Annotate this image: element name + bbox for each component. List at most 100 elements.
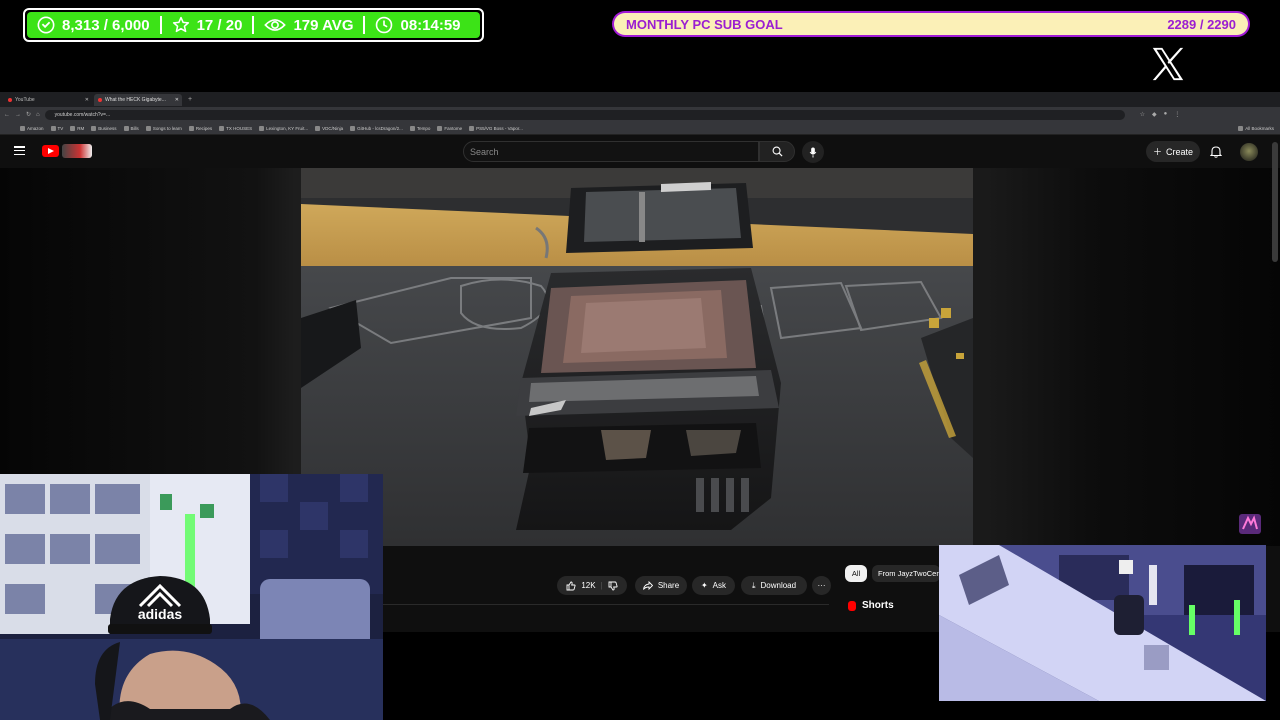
forward-icon[interactable]: → — [15, 112, 21, 118]
folder-icon — [219, 125, 225, 131]
folder-icon — [437, 125, 443, 131]
sparkle-icon: ✦ — [700, 581, 708, 590]
bookmark-item[interactable]: Fantome — [437, 125, 462, 131]
folder-icon — [145, 125, 151, 131]
like-dislike-group[interactable]: 12K | — [557, 576, 627, 595]
bookmark-item[interactable]: TV — [50, 125, 63, 131]
folder-icon — [91, 125, 97, 131]
folder-icon — [259, 125, 265, 131]
bookmark-item[interactable]: VDC/Ninja — [315, 125, 343, 131]
streamer-webcam: adidas — [0, 474, 383, 720]
folder-icon — [188, 125, 194, 131]
tab-title: What the HECK Gigabyte... — [105, 96, 166, 103]
share-label: Share — [657, 581, 680, 590]
menu-dots-icon[interactable]: ⋮ — [1174, 111, 1180, 118]
folder-icon — [469, 125, 475, 131]
tab-strip: YouTube ✕ What the HECK Gigabyte... ✕ + — [0, 92, 1280, 107]
home-icon[interactable]: ⌂ — [36, 112, 40, 118]
video-frame-gpu-teardown — [301, 168, 973, 546]
uptime-stat: 08:14:59 — [365, 16, 470, 34]
bookmark-item[interactable]: Recipes — [188, 125, 212, 131]
uptime-value: 08:14:59 — [400, 16, 461, 34]
ask-button[interactable]: ✦ Ask — [692, 576, 735, 595]
folder-icon — [123, 125, 129, 131]
clock-icon — [376, 16, 393, 34]
followers-stat: 8,313 / 6,000 — [35, 16, 160, 34]
chip-all[interactable]: All — [845, 565, 867, 582]
microphone-icon — [809, 146, 817, 158]
plus-icon: ＋ — [1152, 147, 1162, 157]
browser-tab-active[interactable]: What the HECK Gigabyte... ✕ — [94, 93, 182, 106]
bookmark-item[interactable]: PS5/VG Boss - Vapor... — [469, 125, 523, 131]
webcam-feed-streamer: adidas — [0, 474, 383, 720]
bookmark-item[interactable]: Bills — [123, 125, 139, 131]
close-tab-icon[interactable]: ✕ — [175, 97, 179, 103]
address-bar[interactable]: youtube.com/watch?v=... — [44, 109, 1125, 120]
folder-icon — [1238, 125, 1244, 131]
bookmark-item[interactable]: Lexington, KY Fruit... — [259, 125, 308, 131]
bookmark-item[interactable]: GitHub - lcsDragon/2... — [350, 125, 403, 131]
video-player[interactable] — [301, 168, 973, 546]
search-icon — [772, 146, 783, 157]
bookmark-item[interactable]: Amazon — [20, 125, 44, 131]
like-divider: | — [600, 581, 603, 590]
bookmark-star-icon[interactable]: ☆ — [1140, 111, 1145, 118]
user-icon — [37, 16, 55, 34]
share-button[interactable]: Share — [635, 576, 687, 595]
create-button[interactable]: ＋ Create — [1146, 141, 1200, 162]
youtube-header: Search ＋ Create — [0, 135, 1280, 169]
folder-icon — [50, 125, 56, 131]
sub-goal-bar: MONTHLY PC SUB GOAL 2289 / 2290 — [612, 11, 1250, 37]
thumbs-down-icon[interactable] — [608, 581, 618, 591]
bookmark-item[interactable]: Songs to learn — [145, 125, 182, 131]
page-scrollbar[interactable] — [1272, 142, 1278, 262]
youtube-play-icon — [42, 145, 59, 157]
shorts-label: Shorts — [862, 600, 894, 611]
divider — [383, 604, 829, 605]
avatar[interactable] — [1240, 143, 1258, 161]
youtube-favicon-icon — [98, 97, 102, 102]
create-label: Create — [1166, 146, 1194, 157]
youtube-logo[interactable] — [42, 144, 92, 158]
browser-tab[interactable]: YouTube ✕ — [4, 94, 92, 106]
svg-text:adidas: adidas — [138, 606, 183, 622]
all-bookmarks-button[interactable]: All Bookmarks — [1238, 125, 1274, 131]
chip-from-channel[interactable]: From JayzTwoCents — [872, 565, 940, 582]
x-logo-icon — [1152, 47, 1184, 81]
profile-icon[interactable]: ● — [1164, 111, 1168, 118]
search-button[interactable] — [759, 141, 795, 162]
stream-stats-bar: 8,313 / 6,000 17 / 20 179 AVG 08:14:59 — [23, 8, 484, 42]
download-button[interactable]: ⤓ Download — [741, 576, 807, 595]
github-icon — [350, 125, 356, 131]
bookmark-item[interactable]: Tempo — [409, 125, 430, 131]
bookmark-item[interactable]: RM — [70, 125, 84, 131]
share-icon — [642, 581, 653, 590]
back-icon[interactable]: ← — [4, 112, 10, 118]
extensions-icon[interactable]: ◆ — [1152, 111, 1157, 118]
bookmark-item[interactable]: Business — [91, 125, 117, 131]
rating-value: 17 / 20 — [196, 16, 243, 34]
reload-icon[interactable]: ↻ — [26, 111, 31, 118]
bookmark-item[interactable]: TX HOUSES — [219, 125, 252, 131]
new-tab-icon[interactable]: + — [184, 96, 192, 103]
rating-stat: 17 / 20 — [162, 16, 253, 34]
notifications-bell-icon[interactable] — [1210, 145, 1222, 158]
streamer-logo-icon — [1239, 514, 1261, 534]
folder-icon — [70, 125, 76, 131]
thumbs-up-icon[interactable] — [566, 581, 576, 591]
more-actions-button[interactable]: ··· — [812, 576, 831, 595]
address-row: ← → ↻ ⌂ youtube.com/watch?v=... ☆ ◆ ● ⋮ — [0, 107, 1280, 122]
folder-icon — [20, 125, 25, 131]
voice-search-button[interactable] — [802, 141, 824, 163]
viewers-value: 179 AVG — [293, 16, 354, 34]
close-tab-icon[interactable]: ✕ — [85, 97, 89, 103]
viewers-stat: 179 AVG — [254, 17, 363, 34]
bookmarks-bar: Amazon TV RM Business Bills Songs to lea… — [0, 122, 1280, 135]
search-input[interactable]: Search — [463, 141, 759, 162]
tab-title: YouTube — [15, 96, 35, 103]
room-webcam — [939, 545, 1266, 701]
webcam-feed-room — [939, 545, 1266, 701]
eye-icon — [264, 19, 287, 31]
menu-icon[interactable] — [14, 146, 25, 155]
sub-goal-value: 2289 / 2290 — [1167, 16, 1236, 32]
